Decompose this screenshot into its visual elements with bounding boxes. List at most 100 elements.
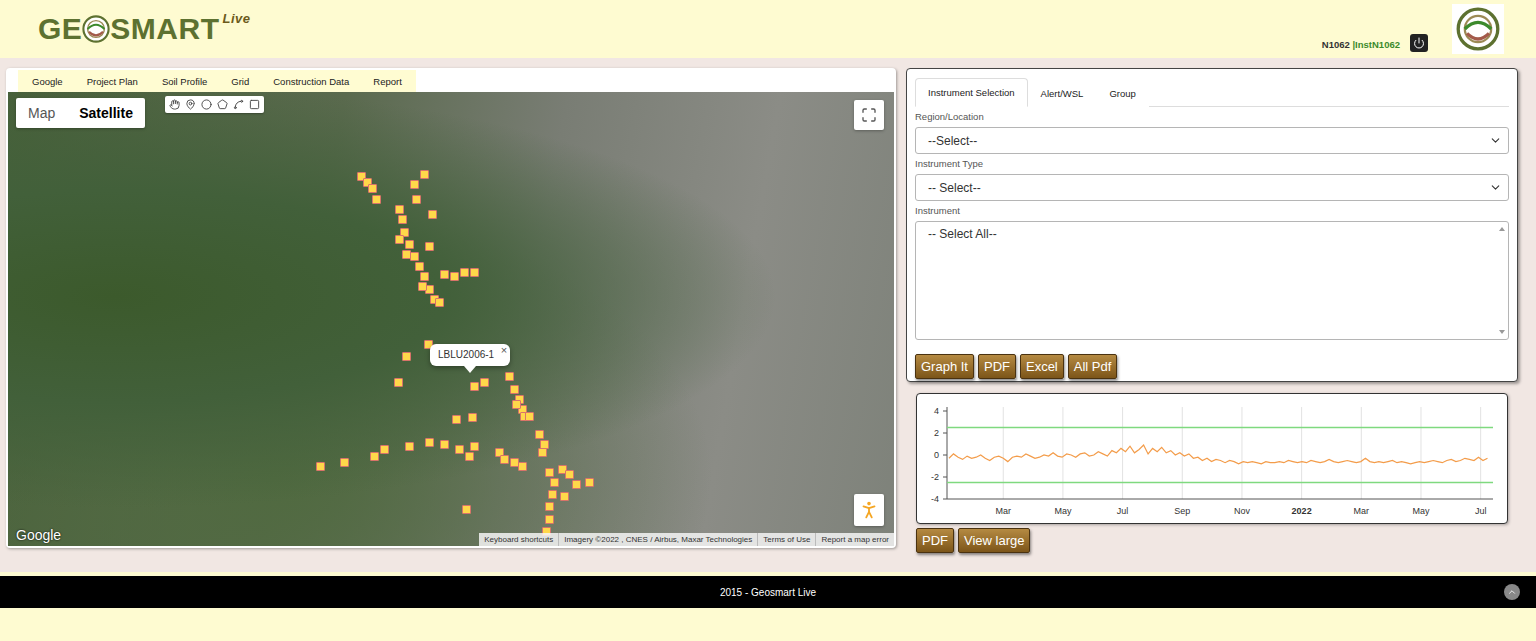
instrument-pin[interactable] [412, 195, 421, 204]
instrument-pin[interactable] [505, 372, 514, 381]
menu-item[interactable]: Google [20, 76, 75, 87]
action-button[interactable]: All Pdf [1068, 354, 1118, 379]
polyline-icon[interactable] [233, 99, 244, 110]
instrument-pin[interactable] [395, 235, 404, 244]
instrument-pin[interactable] [462, 505, 471, 514]
instrument-pin[interactable] [418, 282, 427, 291]
action-button[interactable]: PDF [978, 354, 1016, 379]
instrument-pin[interactable] [368, 184, 377, 193]
user-area: N1062 |InstN1062 [1322, 4, 1504, 54]
hand-icon[interactable] [169, 99, 180, 110]
menu-item[interactable]: Report [361, 76, 414, 87]
pin-icon[interactable] [185, 99, 196, 110]
instrument-pin[interactable] [470, 382, 479, 391]
instrument-pin[interactable] [410, 252, 419, 261]
instrument-pin[interactable] [415, 262, 424, 271]
instrument-pin[interactable] [548, 490, 557, 499]
instrument-pin[interactable] [435, 298, 444, 307]
instrument-pin[interactable] [420, 272, 429, 281]
instrument-pin[interactable] [550, 478, 559, 487]
instrument-pin[interactable] [455, 445, 464, 454]
instrument-pin[interactable] [398, 215, 407, 224]
instrument-pin[interactable] [370, 452, 379, 461]
circle-icon[interactable] [201, 99, 212, 110]
map-type-button[interactable]: Map [16, 98, 67, 128]
instrument-pin[interactable] [440, 440, 449, 449]
action-button[interactable]: Excel [1020, 354, 1064, 379]
instrument-pin[interactable] [372, 195, 381, 204]
scroll-top-button[interactable] [1504, 584, 1520, 600]
instrument-pin[interactable] [450, 272, 459, 281]
instrument-pin[interactable] [395, 205, 404, 214]
attribution-link[interactable]: Report a map error [815, 533, 894, 546]
action-button[interactable]: Graph It [915, 354, 974, 379]
instrument-pin[interactable] [500, 455, 509, 464]
instrument-pin[interactable] [518, 462, 527, 471]
instrument-pin[interactable] [470, 442, 479, 451]
logout-button[interactable] [1410, 34, 1428, 52]
attribution-link[interactable]: Imagery ©2022 , CNES / Airbus, Maxar Tec… [558, 533, 757, 546]
instrument-pin[interactable] [470, 268, 479, 277]
instrument-pin[interactable] [468, 413, 477, 422]
instrument-pin[interactable] [545, 515, 554, 524]
instrument-pin[interactable] [380, 445, 389, 454]
list-item[interactable]: -- Select All-- [916, 222, 1009, 339]
tooltip-close[interactable]: × [501, 344, 507, 356]
right-column: Instrument SelectionAlert/WSLGroupRegion… [906, 68, 1518, 572]
instrument-pin[interactable] [405, 240, 414, 249]
tab[interactable]: Instrument Selection [915, 78, 1028, 107]
instrument-pin[interactable] [428, 210, 437, 219]
instrument-pin[interactable] [512, 400, 521, 409]
instrument-pin[interactable] [565, 470, 574, 479]
menu-item[interactable]: Construction Data [261, 76, 361, 87]
street-view-button[interactable] [854, 494, 884, 526]
instrument-pin[interactable] [394, 378, 403, 387]
instrument-pin[interactable] [402, 250, 411, 259]
menu-item[interactable]: Project Plan [75, 76, 150, 87]
polygon-icon[interactable] [217, 99, 228, 110]
instrument-pin[interactable] [340, 458, 349, 467]
drawing-toolbar [165, 96, 264, 113]
scroll-down-icon[interactable] [1499, 330, 1505, 334]
scroll-up-icon[interactable] [1499, 227, 1505, 231]
instrument-pin[interactable] [440, 270, 449, 279]
select-field[interactable]: -- Select-- [915, 174, 1509, 201]
instrument-pin[interactable] [465, 452, 474, 461]
instrument-pin[interactable] [460, 268, 469, 277]
instrument-pin[interactable] [405, 442, 414, 451]
map-logo: Google [16, 527, 61, 543]
grid-line [1361, 407, 1362, 499]
tab[interactable]: Group [1096, 78, 1148, 107]
select-field[interactable]: --Select-- [915, 127, 1509, 154]
instrument-pin[interactable] [410, 180, 419, 189]
instrument-pin[interactable] [425, 242, 434, 251]
menu-item[interactable]: Soil Profile [150, 76, 219, 87]
instrument-pin[interactable] [425, 438, 434, 447]
fullscreen-button[interactable] [854, 100, 884, 130]
instrument-list[interactable]: -- Select All-- [915, 221, 1509, 340]
chart-button[interactable]: PDF [916, 528, 954, 553]
instrument-pin[interactable] [402, 352, 411, 361]
instrument-pin[interactable] [525, 412, 534, 421]
map-type-button[interactable]: Satellite [67, 98, 145, 128]
instrument-pin[interactable] [538, 448, 547, 457]
map[interactable]: MapSatelliteLBLU2006-1×GoogleKeyboard sh… [8, 92, 894, 546]
instrument-pin[interactable] [480, 378, 489, 387]
instrument-pin[interactable] [572, 480, 581, 489]
menu-item[interactable]: Grid [219, 76, 261, 87]
instrument-pin[interactable] [585, 478, 594, 487]
instrument-pin[interactable] [545, 502, 554, 511]
rectangle-icon[interactable] [249, 99, 260, 110]
instrument-pin[interactable] [545, 468, 554, 477]
chart-button[interactable]: View large [958, 528, 1030, 553]
attribution-link[interactable]: Terms of Use [757, 533, 815, 546]
instrument-pin[interactable] [535, 430, 544, 439]
attribution-link[interactable]: Keyboard shortcuts [479, 533, 558, 546]
instrument-pin[interactable] [510, 385, 519, 394]
instrument-pin[interactable] [452, 415, 461, 424]
tab[interactable]: Alert/WSL [1028, 78, 1097, 107]
instrument-pin[interactable] [560, 492, 569, 501]
instrument-pin[interactable] [420, 170, 429, 179]
scrollbar[interactable] [1496, 222, 1508, 339]
instrument-pin[interactable] [316, 462, 325, 471]
